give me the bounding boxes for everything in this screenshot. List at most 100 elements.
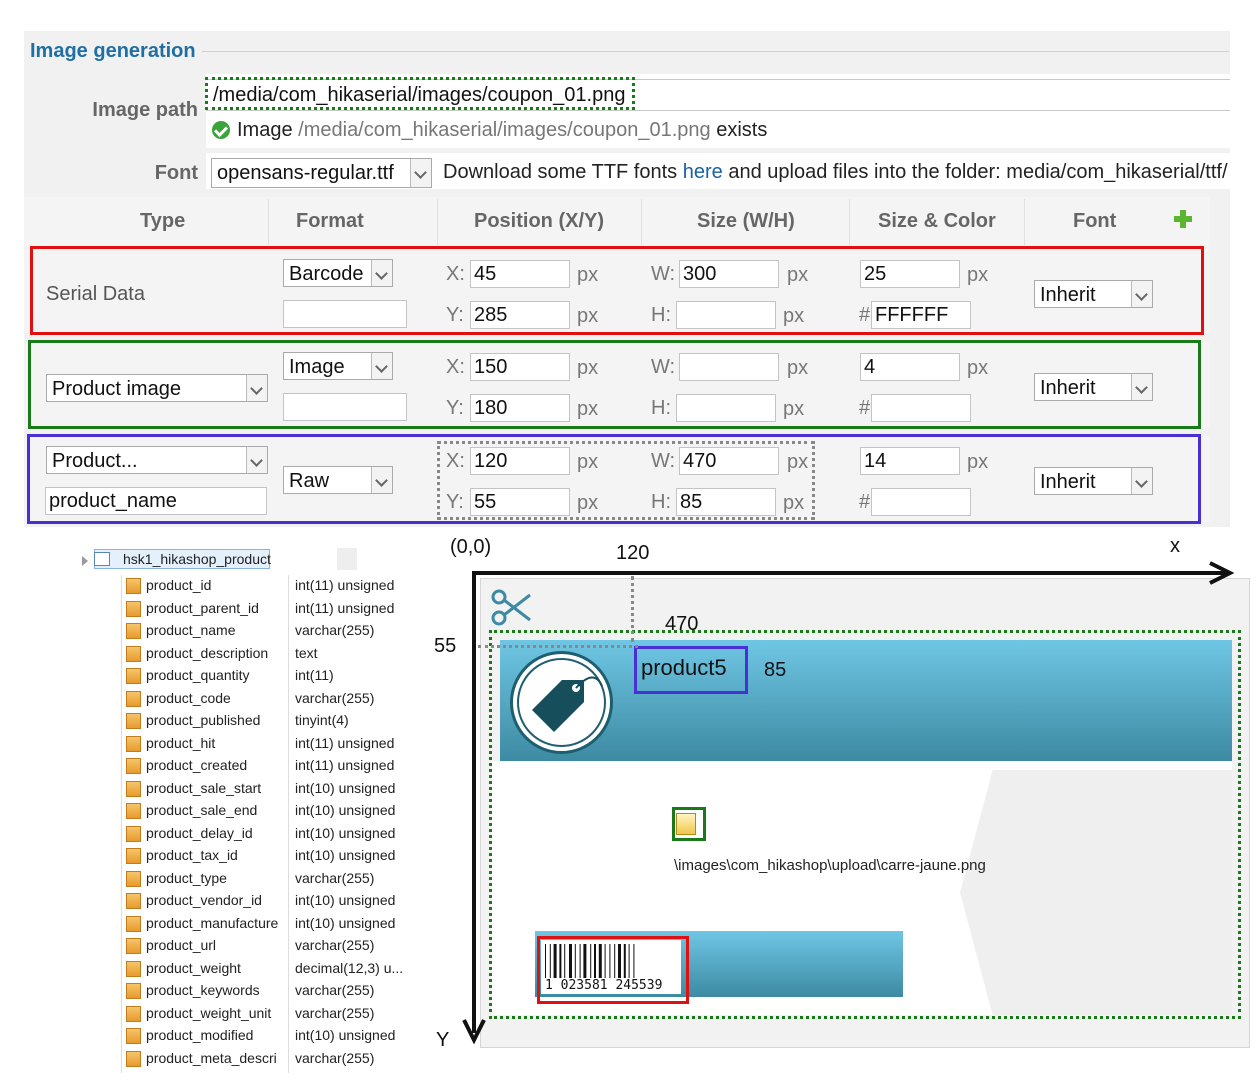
db-column-row[interactable]: product_hit int(11) unsigned	[126, 734, 416, 756]
column-icon	[126, 848, 141, 864]
raw-row-highlight	[27, 434, 1201, 524]
db-column-row[interactable]: product_modified int(10) unsigned	[126, 1026, 416, 1048]
column-type: int(11) unsigned	[295, 734, 395, 751]
column-type: int(10) unsigned	[295, 779, 396, 796]
column-icon	[126, 1050, 141, 1067]
column-icon	[126, 1028, 141, 1044]
header-format: Format	[296, 210, 364, 232]
column-type: int(11) unsigned	[295, 599, 395, 616]
column-type: tinyint(4)	[295, 712, 349, 728]
width-label: 470	[665, 613, 699, 635]
db-column-row[interactable]: product_id int(11) unsigned	[126, 576, 416, 598]
font-download-hint: Download some TTF fonts here and upload …	[443, 161, 1228, 183]
db-column-row[interactable]: product_delay_id int(10) unsigned	[126, 824, 416, 846]
column-icon	[126, 983, 141, 999]
column-name: product_manufacture	[146, 914, 279, 931]
db-column-row[interactable]: product_quantity int(11)	[126, 666, 416, 688]
column-icon	[126, 938, 141, 954]
db-column-row[interactable]: product_name varchar(255)	[126, 621, 416, 643]
add-row-icon[interactable]	[1174, 210, 1192, 228]
db-column-row[interactable]: product_code varchar(255)	[126, 689, 416, 711]
image-status-path: /media/com_hikaserial/images/coupon_01.p…	[298, 119, 711, 141]
origin-label: (0,0)	[450, 536, 492, 558]
db-column-row[interactable]: product_tax_id int(10) unsigned	[126, 846, 416, 868]
column-name: product_hit	[146, 734, 216, 751]
column-icon	[126, 735, 141, 752]
offset-y-label: 55	[434, 635, 457, 657]
column-type: varchar(255)	[295, 1049, 375, 1066]
column-type: varchar(255)	[295, 689, 375, 706]
column-type: varchar(255)	[295, 937, 375, 953]
db-table-name[interactable]: hsk1_hikashop_product	[94, 549, 271, 569]
x-axis-arrow-icon	[1209, 561, 1234, 585]
expand-triangle-icon[interactable]	[82, 556, 88, 566]
column-type: varchar(255)	[295, 622, 375, 638]
column-type: int(10) unsigned	[295, 892, 396, 908]
column-icon	[126, 668, 141, 684]
db-column-row[interactable]: product_sale_start int(10) unsigned	[126, 779, 416, 801]
db-column-row[interactable]: product_weight decimal(12,3) u...	[126, 959, 416, 981]
column-name: product_name	[146, 622, 236, 638]
column-icon	[126, 623, 141, 639]
font-label: Font	[154, 162, 198, 184]
db-column-row[interactable]: product_url varchar(255)	[126, 936, 416, 958]
column-name: product_weight	[146, 959, 241, 976]
image-status: Image /media/com_hikaserial/images/coupo…	[237, 119, 768, 141]
column-name: product_delay_id	[146, 824, 253, 841]
column-icon	[126, 960, 141, 977]
download-fonts-link[interactable]: here	[683, 161, 723, 183]
legend-divider	[200, 51, 1229, 52]
db-column-row[interactable]: product_manufacture int(10) unsigned	[126, 914, 416, 936]
column-type: varchar(255)	[295, 982, 375, 998]
serial-row-highlight	[30, 246, 1204, 335]
db-column-row[interactable]: product_weight_unit varchar(255)	[126, 1004, 416, 1026]
column-type: int(10) unsigned	[295, 847, 396, 863]
db-column-row[interactable]: product_sale_end int(10) unsigned	[126, 801, 416, 823]
column-name: product_description	[146, 644, 269, 661]
scissors-icon	[491, 589, 531, 626]
column-name: product_modified	[146, 1027, 254, 1043]
db-column-row[interactable]: product_description text	[126, 644, 416, 666]
offset-x-label: 120	[616, 542, 650, 564]
column-name: product_created	[146, 757, 248, 773]
db-column-row[interactable]: product_keywords varchar(255)	[126, 981, 416, 1003]
column-icon	[126, 915, 141, 932]
header-size: Size (W/H)	[697, 210, 795, 232]
db-column-row[interactable]: product_created int(11) unsigned	[126, 756, 416, 778]
column-icon	[126, 893, 141, 909]
column-name: product_quantity	[146, 667, 250, 683]
header-size-color: Size & Color	[878, 210, 996, 232]
y-axis	[472, 571, 476, 1033]
column-icon	[126, 578, 141, 594]
check-circle-icon	[212, 121, 230, 139]
column-name: product_vendor_id	[146, 892, 262, 908]
column-name: product_code	[146, 689, 231, 706]
column-type: int(10) unsigned	[295, 1027, 396, 1043]
column-name: product_tax_id	[146, 847, 238, 863]
db-column-row[interactable]: product_type varchar(255)	[126, 869, 416, 891]
column-icon	[126, 690, 141, 707]
column-icon	[126, 758, 141, 774]
font-select[interactable]: opensans-regular.ttf	[211, 158, 432, 188]
column-icon	[126, 780, 141, 797]
column-name: product_keywords	[146, 982, 260, 998]
column-icon	[126, 645, 141, 662]
column-icon	[126, 870, 141, 887]
db-column-row[interactable]: product_parent_id int(11) unsigned	[126, 599, 416, 621]
scroll-thumb[interactable]	[337, 548, 357, 570]
height-label: 85	[764, 659, 787, 681]
column-name: product_published	[146, 712, 261, 728]
column-type: decimal(12,3) u...	[295, 959, 404, 976]
column-type: int(10) unsigned	[295, 824, 396, 841]
db-column-row[interactable]: product_meta_descri varchar(255)	[126, 1049, 416, 1071]
header-font: Font	[1073, 210, 1117, 232]
column-name: product_type	[146, 869, 227, 886]
column-type: varchar(255)	[295, 1004, 375, 1021]
db-column-row[interactable]: product_vendor_id int(10) unsigned	[126, 891, 416, 913]
y-axis-arrow-icon	[462, 1019, 486, 1044]
db-column-row[interactable]: product_published tinyint(4)	[126, 711, 416, 733]
column-type: text	[295, 644, 318, 661]
column-name: product_sale_end	[146, 802, 258, 818]
column-type: varchar(255)	[295, 869, 375, 886]
header-type: Type	[140, 210, 186, 232]
